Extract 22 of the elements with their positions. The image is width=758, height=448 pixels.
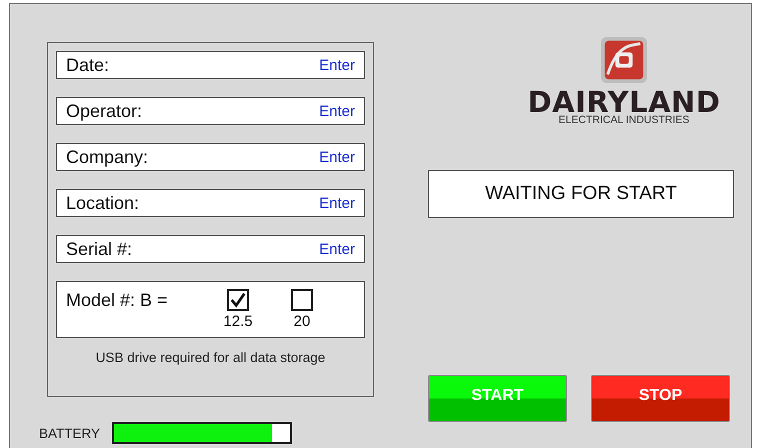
input-field[interactable]: Serial #: Enter [56, 235, 365, 263]
enter-link[interactable]: Enter [319, 56, 355, 74]
storage-note: USB drive required for all data storage [94, 350, 326, 365]
input-field[interactable]: Date: Enter [56, 51, 365, 79]
battery-label: BATTERY [39, 426, 100, 440]
option-label: 20 [294, 313, 310, 330]
option-label: 12.5 [223, 313, 253, 330]
checkbox[interactable] [227, 289, 249, 311]
model-label: Model #: B = [66, 290, 169, 311]
input-field[interactable]: Company: Enter [56, 143, 365, 171]
stop-button[interactable]: STOP [591, 375, 730, 422]
enter-link[interactable]: Enter [319, 102, 355, 120]
input-field[interactable]: Location: Enter [56, 189, 365, 217]
logo-subtitle: ELECTRICAL INDUSTRIES [558, 115, 690, 126]
enter-link[interactable]: Enter [319, 240, 355, 258]
status-display: WAITING FOR START [428, 170, 734, 218]
input-field[interactable]: Operator: Enter [56, 97, 365, 125]
enter-link[interactable]: Enter [319, 194, 355, 212]
logo-name: DAIRYLAND [528, 89, 720, 115]
logo-icon [599, 36, 649, 84]
checkbox[interactable] [291, 289, 313, 311]
enter-link[interactable]: Enter [319, 148, 355, 166]
